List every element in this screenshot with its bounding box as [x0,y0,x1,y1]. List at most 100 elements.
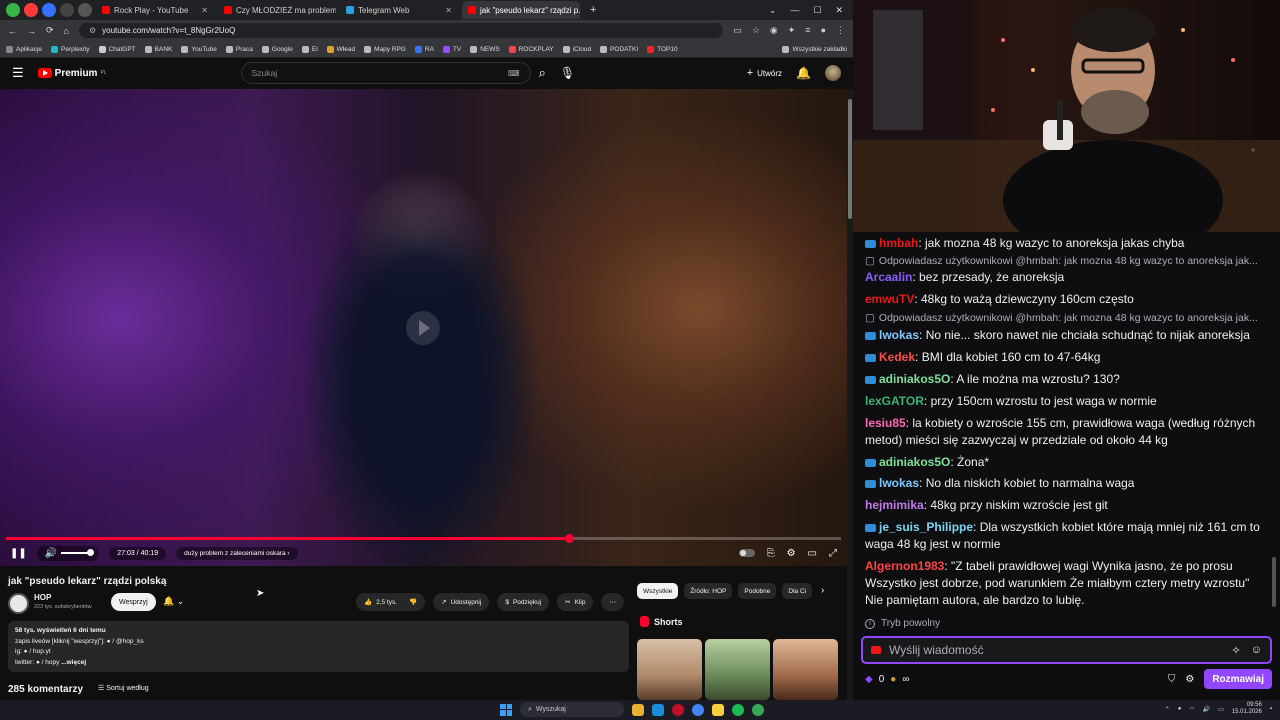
spotify-icon[interactable] [732,703,744,716]
extension-icon[interactable]: ◉ [770,25,778,36]
back-icon[interactable]: ← [8,26,17,36]
scrollbar-thumb[interactable] [848,99,852,219]
sort-button[interactable]: ☰ Sortuj według [98,684,149,692]
profile-icon[interactable]: ● [821,25,826,36]
bookmark-folder[interactable]: Praca [225,45,253,53]
video-player[interactable]: ❚❚ 🔊 27:03 / 40:19 duży problem z zalece… [0,89,847,566]
search-icon[interactable]: ⌕ [539,65,546,81]
chat-send-button[interactable]: Rozmawiaj [1204,669,1272,689]
create-button[interactable]: + Utwórz [747,67,782,79]
avatar[interactable] [825,65,841,81]
lines-icon[interactable]: ≡ [805,25,810,36]
thanks-button[interactable]: $ Podziękuj [497,593,550,611]
wifi-icon[interactable]: ◠ [1189,706,1194,713]
autoplay-toggle[interactable] [738,549,755,557]
site-info-icon[interactable]: ⚙ [89,26,96,35]
channel-points-icon[interactable]: ● [890,674,896,685]
taskbar-search[interactable]: ⌕ Wyszukaj [520,702,624,717]
chat-username[interactable]: hmbah [879,236,918,250]
settings-gear-icon[interactable]: ⚙ [787,548,796,559]
chip-all[interactable]: Wszystkie [637,583,679,599]
sparkle-icon[interactable]: ✧ [1232,644,1241,657]
chat-input[interactable]: Wyślij wiadomość ✧ ☺ [861,636,1272,664]
star-icon[interactable]: ☆ [752,25,760,36]
bookmark-item[interactable]: Włead [326,45,355,53]
progress-knob[interactable] [564,534,574,543]
channel-avatar[interactable] [8,593,29,614]
emoji-icon[interactable]: ☺ [1251,644,1262,657]
pinned-tab-icon[interactable] [42,3,56,17]
play-overlay-icon[interactable] [406,311,440,345]
chat-username[interactable]: lwokas [879,328,919,342]
share-button[interactable]: ↗ Udostępnij [433,593,490,611]
chat-username[interactable]: je_suis_Philippe [879,520,973,534]
support-button[interactable]: Wesprzyj [111,593,156,611]
bookmark-folder[interactable]: El [301,45,318,53]
progress-bar[interactable] [6,534,841,543]
bits-icon[interactable]: ◆ [865,674,873,685]
short-thumbnail[interactable] [637,639,702,700]
close-window-icon[interactable]: ✕ [835,5,843,16]
new-tab-icon[interactable]: + [590,4,596,16]
tab-rock-play[interactable]: Rock Play - YouTube ✕ [96,1,214,19]
maximize-icon[interactable]: ☐ [813,5,821,16]
more-actions-icon[interactable]: ⋯ [601,593,624,611]
bookmark-item[interactable]: Aplikacje [6,45,42,53]
dropdown-icon[interactable]: ⌄ [769,5,777,16]
chat-username[interactable]: lexGATOR [865,394,924,408]
keyboard-icon[interactable]: ⌨ [508,69,520,78]
edge-icon[interactable] [652,703,664,716]
bookmark-folder[interactable]: BANK [144,45,172,53]
all-bookmarks[interactable]: Wszystkie zakładki [782,45,847,53]
settings-gear-icon[interactable]: ⚙ [1185,674,1194,685]
short-thumbnail[interactable] [773,639,838,700]
bookmark-folder[interactable]: PODATKI [600,45,638,53]
chat-username[interactable]: adiniakos5O [879,455,950,469]
description-box[interactable]: 58 tys. wyświetleń 6 dni temu zapis live… [8,621,629,672]
like-button[interactable]: 👍 2,5 tys. 👎 [356,593,426,611]
chat-username[interactable]: lesiu85 [865,416,906,430]
show-more-link[interactable]: ...więcej [61,659,86,666]
bookmark-folder[interactable]: YouTube [181,45,217,53]
forward-icon[interactable]: → [27,26,36,36]
chat-username[interactable]: hejmimika [865,498,924,512]
chapter-button[interactable]: duży problem z zaleceniami oskara › [176,546,298,560]
volume-icon[interactable]: 🔊 [1203,706,1210,713]
hamburger-menu-icon[interactable]: ☰ [12,65,24,81]
bookmark-folder[interactable]: iCloud [562,45,591,53]
microphone-icon[interactable]: 🎙 [560,66,575,80]
pinned-tab-icon[interactable] [24,3,38,17]
close-tab-icon[interactable]: ✕ [201,6,208,15]
thumbs-down-icon[interactable]: 👎 [409,598,417,606]
notes-icon[interactable] [712,703,724,716]
chrome-icon[interactable] [692,703,704,716]
bookmark-folder[interactable]: Mapy RPG [364,45,406,53]
volume-control[interactable]: 🔊 [36,545,100,561]
tab-telegram[interactable]: Telegram Web ✕ [340,1,458,19]
chip-source-hop[interactable]: Źródło: HOP [684,583,733,599]
menu-icon[interactable]: ⋮ [836,25,845,36]
windows-start-icon[interactable] [500,703,512,716]
bookmark-folder[interactable]: NEWS [470,45,500,53]
tab-current-video[interactable]: jak "pseudo lekarz" rządzi p...✕ [462,1,580,19]
bookmark-item[interactable]: TV [442,45,461,53]
bookmark-folder[interactable]: Google [261,45,293,53]
chrome-alt-icon[interactable] [752,703,764,716]
tray-app-icon[interactable]: ● [1178,706,1182,712]
opera-icon[interactable] [672,703,684,716]
bookmark-item[interactable]: Perplexity [51,45,90,53]
close-tab-icon[interactable]: ✕ [445,6,452,15]
shield-icon[interactable]: ⛉ [1168,674,1176,685]
short-thumbnail[interactable] [705,639,770,700]
pinned-tab-icon[interactable] [78,3,92,17]
chat-username[interactable]: lwokas [879,476,919,490]
chat-username[interactable]: adiniakos5O [879,372,950,386]
chat-username[interactable]: emwuTV [865,292,914,306]
subscription-bell-icon[interactable]: 🔔 ⌄ [163,596,184,607]
chat-scrollbar[interactable] [1272,557,1276,607]
fullscreen-icon[interactable]: ⤢ [829,548,837,559]
chevron-right-icon[interactable]: › [821,585,824,596]
chat-username[interactable]: Algernon1983 [865,559,944,573]
notification-icon[interactable]: ▪ [1270,706,1272,712]
volume-slider[interactable] [61,549,95,556]
